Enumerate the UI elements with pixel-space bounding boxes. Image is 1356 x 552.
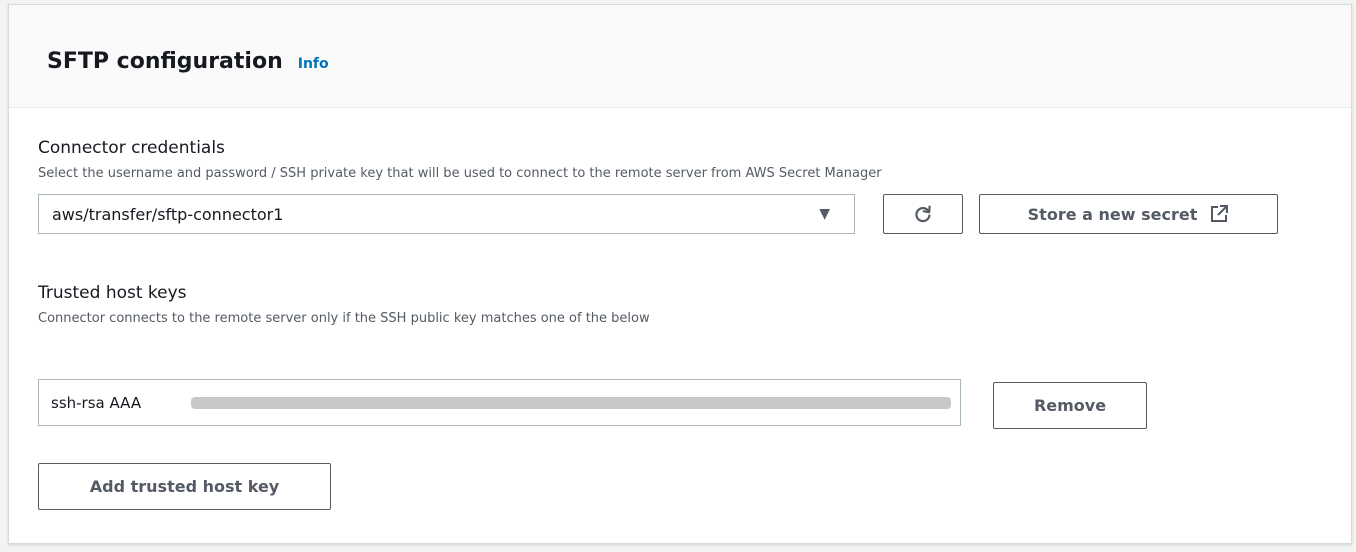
caret-down-icon: ▼ <box>819 206 830 222</box>
redacted-key-bar <box>191 397 951 409</box>
trusted-host-key-input[interactable]: ssh-rsa AAA <box>38 379 961 426</box>
panel-title: SFTP configuration <box>47 49 283 74</box>
trusted-host-key-value: ssh-rsa AAA <box>51 393 142 412</box>
trusted-host-keys-label: Trusted host keys <box>38 283 187 303</box>
info-link[interactable]: Info <box>298 56 329 72</box>
store-new-secret-label: Store a new secret <box>1027 204 1198 224</box>
panel-header: SFTP configuration Info <box>9 5 1351 108</box>
trusted-host-keys-description: Connector connects to the remote server … <box>38 311 650 326</box>
external-link-icon <box>1209 204 1229 224</box>
store-new-secret-button[interactable]: Store a new secret <box>979 194 1278 234</box>
connector-credentials-description: Select the username and password / SSH p… <box>38 166 882 181</box>
add-trusted-host-key-button[interactable]: Add trusted host key <box>38 463 331 510</box>
remove-key-button[interactable]: Remove <box>993 382 1147 429</box>
refresh-icon <box>913 204 933 224</box>
connector-credentials-label: Connector credentials <box>38 138 225 158</box>
connector-credentials-selected-value: aws/transfer/sftp-connector1 <box>52 204 284 224</box>
refresh-button[interactable] <box>883 194 963 234</box>
connector-credentials-select[interactable]: aws/transfer/sftp-connector1 ▼ <box>38 194 855 234</box>
